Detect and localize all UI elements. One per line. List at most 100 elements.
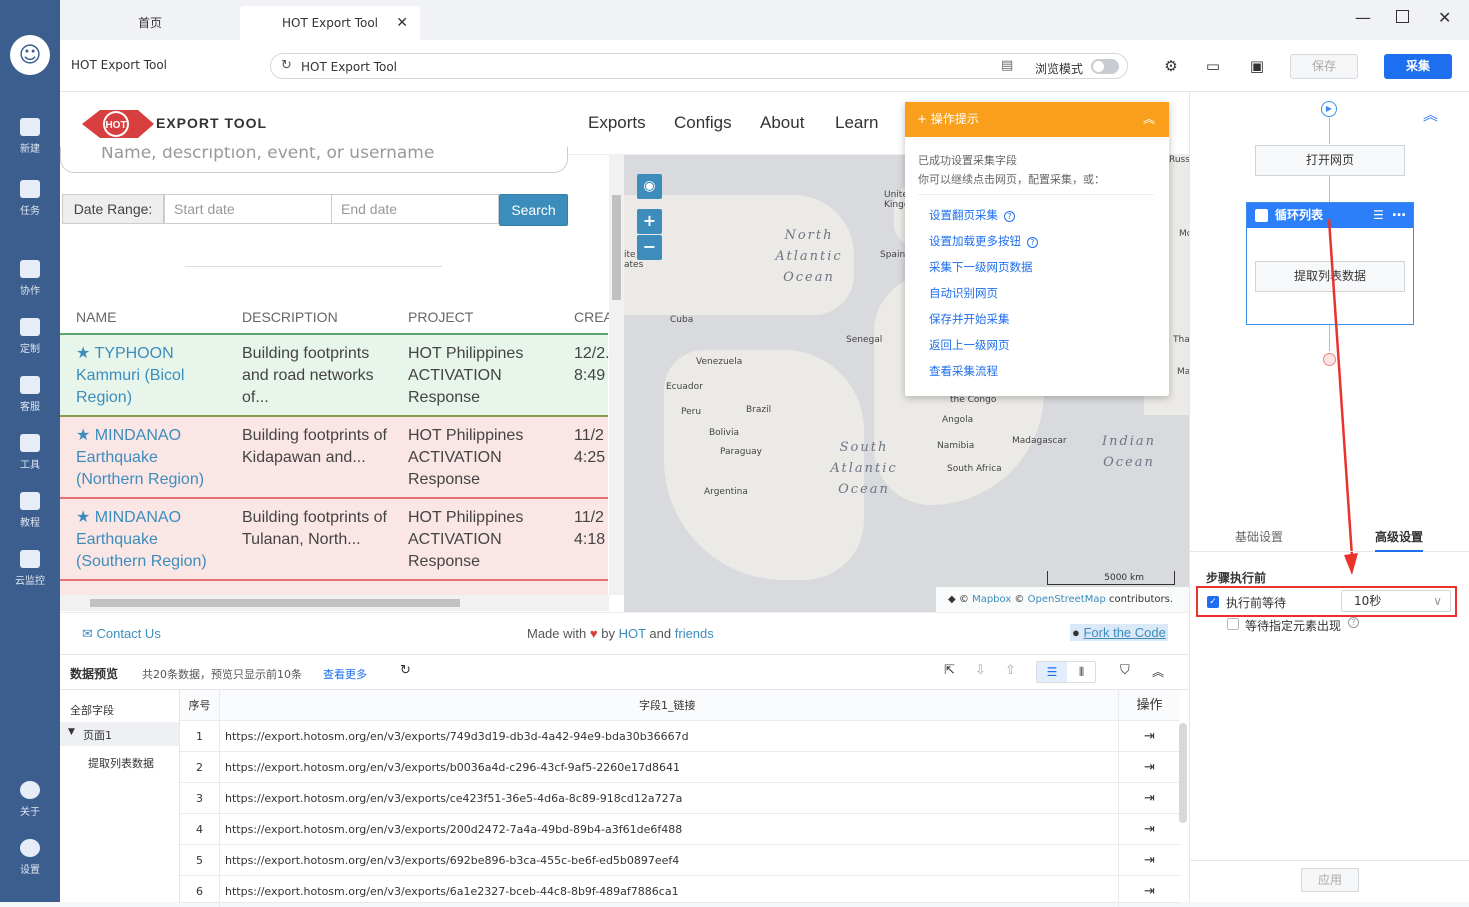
tree-all-fields[interactable]: 全部字段 <box>70 702 114 718</box>
col-name[interactable]: NAME <box>76 309 116 325</box>
table-row[interactable]: ★ MINDANAO Earthquake (Northern Region) … <box>60 417 608 499</box>
table-row[interactable]: 4 https://export.hotosm.org/en/v3/exports… <box>180 814 1180 845</box>
hot-logo-icon[interactable]: HOT <box>82 104 154 144</box>
search-input[interactable]: Name, description, event, or username <box>60 147 568 173</box>
list-icon[interactable]: ☰ <box>1373 203 1384 228</box>
row-action-icon[interactable]: ⇥ <box>1118 845 1180 876</box>
nav-task[interactable]: 任务 <box>0 180 60 230</box>
nav-configs[interactable]: Configs <box>674 113 732 133</box>
export-icon[interactable]: ⇱ <box>944 663 955 678</box>
tip-link-auto-detect[interactable]: 自动识别网页 <box>929 285 998 301</box>
table-row[interactable]: 3 https://export.hotosm.org/en/v3/exports… <box>180 783 1180 814</box>
minimize-icon[interactable]: — <box>1355 8 1371 27</box>
nav-cloud[interactable]: 云监控 <box>0 550 60 600</box>
wait-before-checkbox[interactable]: ✓ <box>1207 596 1219 608</box>
help-icon[interactable]: ? <box>1348 617 1359 628</box>
row-action-icon[interactable]: ⇥ <box>1118 721 1180 752</box>
collapse-icon[interactable]: ︽ <box>1143 102 1155 137</box>
document-icon[interactable]: ▤ <box>1001 58 1013 73</box>
tip-link-back[interactable]: 返回上一级网页 <box>929 337 1010 353</box>
row-name[interactable]: ★ MINDANAO Earthquake (Southern Region) <box>76 507 226 573</box>
row-action-icon[interactable]: ⇥ <box>1118 752 1180 783</box>
wait-seconds-select[interactable]: 10秒 ∨ <box>1341 590 1451 612</box>
tip-link-save-start[interactable]: 保存并开始采集 <box>929 311 1010 327</box>
tab-hot-export[interactable]: HOT Export Tool ✕ <box>240 6 420 40</box>
row-action-icon[interactable]: ⇥ <box>1118 783 1180 814</box>
column-view-icon[interactable]: ⫴ <box>1067 662 1096 682</box>
globe-icon[interactable]: ◉ <box>637 174 662 199</box>
table-vertical-scrollbar[interactable] <box>609 155 624 595</box>
nav-new[interactable]: 新建 <box>0 118 60 168</box>
friends-link[interactable]: friends <box>675 626 714 641</box>
row-name[interactable]: ★ TYPHOON Kammuri (Bicol Region) <box>76 343 226 409</box>
tip-link-pagination[interactable]: 设置翻页采集? <box>929 207 1015 223</box>
table-horizontal-scrollbar[interactable] <box>60 595 609 611</box>
tree-page-node[interactable]: ▼ 页面1 <box>60 722 179 746</box>
nav-tutorial[interactable]: 教程 <box>0 492 60 542</box>
col-project[interactable]: PROJECT <box>408 309 473 325</box>
search-button[interactable]: Search <box>499 194 568 226</box>
scroll-thumb[interactable] <box>612 195 621 300</box>
nav-custom[interactable]: 定制 <box>0 318 60 368</box>
apply-button[interactable]: 应用 <box>1301 868 1359 892</box>
tip-link-next-level[interactable]: 采集下一级网页数据 <box>929 259 1033 275</box>
view-more-link[interactable]: 查看更多 <box>323 666 367 682</box>
row-name[interactable]: ★ MINDANAO Earthquake (Northern Region) <box>76 425 226 491</box>
wait-element-checkbox[interactable] <box>1227 618 1239 630</box>
tab-basic-settings[interactable]: 基础设置 <box>1235 528 1283 545</box>
upload-icon[interactable]: ⇧ <box>1005 663 1016 678</box>
tree-extract-node[interactable]: 提取列表数据 <box>88 755 154 771</box>
caret-down-icon[interactable]: ▼ <box>68 727 75 737</box>
nav-settings[interactable]: 设置 <box>0 839 60 889</box>
table-row[interactable]: 5 https://export.hotosm.org/en/v3/exports… <box>180 845 1180 876</box>
nav-learn[interactable]: Learn <box>835 113 878 133</box>
fork-link[interactable]: ● Fork the Code <box>1070 624 1168 641</box>
download-icon[interactable]: ⇩ <box>975 663 986 678</box>
table-row[interactable]: 1 https://export.hotosm.org/en/v3/exports… <box>180 721 1180 752</box>
nav-about[interactable]: 关于 <box>0 781 60 831</box>
osm-link[interactable]: OpenStreetMap <box>1028 594 1106 605</box>
nav-service[interactable]: 客服 <box>0 376 60 426</box>
close-window-icon[interactable]: ✕ <box>1438 8 1451 27</box>
nav-tools[interactable]: 工具 <box>0 434 60 484</box>
nav-collab[interactable]: 协作 <box>0 260 60 310</box>
table-row[interactable]: 2 https://export.hotosm.org/en/v3/exports… <box>180 752 1180 783</box>
collect-button[interactable]: 采集 <box>1384 54 1452 79</box>
table-row[interactable]: ★ TYPHOON Kammuri (Bicol Region) Buildin… <box>60 335 610 417</box>
help-icon[interactable]: ? <box>1027 237 1038 248</box>
row-action-icon[interactable]: ⇥ <box>1118 814 1180 845</box>
tab-home[interactable]: 首页 <box>60 6 240 40</box>
app-logo-icon[interactable]: ☺ <box>10 35 50 75</box>
tips-header[interactable]: + 操作提示 ︽ <box>905 102 1169 137</box>
nav-about-site[interactable]: About <box>760 113 804 133</box>
start-date-input[interactable]: Start date <box>164 194 332 224</box>
filter-icon[interactable]: ⛉ <box>1120 663 1130 678</box>
table-row[interactable]: 6 https://export.hotosm.org/en/v3/exports… <box>180 876 1180 907</box>
view-switch[interactable]: ☰ ⫴ <box>1036 661 1096 683</box>
zoom-in-button[interactable]: + <box>637 209 662 234</box>
save-button[interactable]: 保存 <box>1290 54 1358 79</box>
tab-advanced-settings[interactable]: 高级设置 <box>1375 528 1424 552</box>
settings-icon[interactable]: ⚙ <box>1162 57 1180 75</box>
nav-exports[interactable]: Exports <box>588 113 646 133</box>
collapse-panel-icon[interactable]: ︽ <box>1152 663 1164 680</box>
hot-link[interactable]: HOT <box>619 626 646 641</box>
site-brand[interactable]: EXPORT TOOL <box>156 115 267 131</box>
collapse-up-icon[interactable]: ︽ <box>1423 104 1438 125</box>
maximize-icon[interactable] <box>1396 10 1409 23</box>
col-created[interactable]: CREA <box>574 309 613 325</box>
step-open-page[interactable]: 打开网页 <box>1255 145 1405 176</box>
zoom-out-button[interactable]: − <box>637 235 662 260</box>
help-icon[interactable]: ? <box>1004 211 1015 222</box>
table-row[interactable]: ★ MINDANAO Earthquake (Southern Region) … <box>60 499 608 581</box>
preview-scrollbar[interactable] <box>1179 723 1187 823</box>
tip-link-load-more[interactable]: 设置加载更多按钮? <box>929 233 1038 249</box>
end-date-input[interactable]: End date <box>331 194 499 224</box>
list-view-icon[interactable]: ☰ <box>1037 662 1067 682</box>
url-text[interactable]: HOT Export Tool <box>301 60 397 74</box>
row-action-icon[interactable]: ⇥ <box>1118 876 1180 907</box>
tip-link-view-flow[interactable]: 查看采集流程 <box>929 363 998 379</box>
mapbox-link[interactable]: Mapbox <box>972 594 1011 605</box>
col-field[interactable]: 字段1_链接 <box>639 690 696 721</box>
contact-link[interactable]: ✉ Contact Us <box>82 626 161 642</box>
